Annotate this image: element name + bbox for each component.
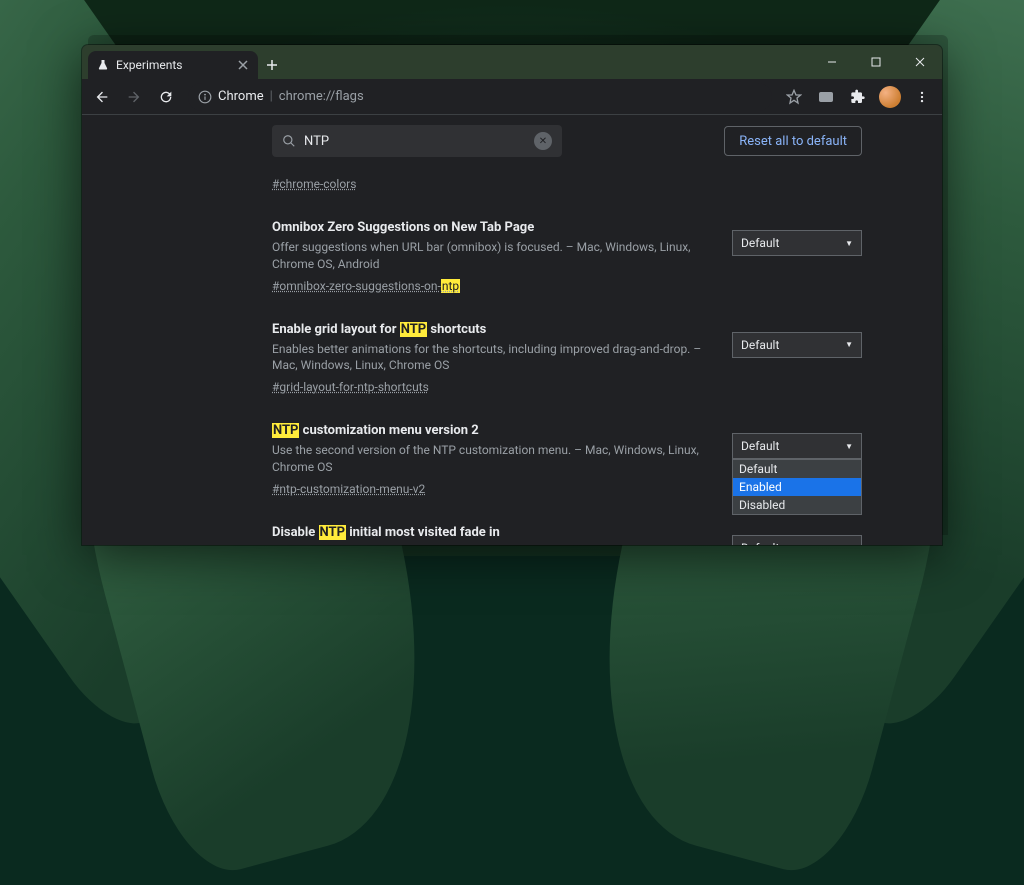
- tab-title: Experiments: [116, 58, 183, 72]
- flag-state-select[interactable]: Default▼: [732, 230, 862, 256]
- search-value: NTP: [304, 134, 526, 149]
- page-content: NTP ✕ Reset all to default #chrome-color…: [82, 115, 942, 545]
- new-tab-button[interactable]: [258, 51, 286, 79]
- forward-button[interactable]: [120, 83, 148, 111]
- address-bar[interactable]: Chrome | chrome://flags: [188, 83, 772, 111]
- omnibox-separator: |: [270, 89, 273, 104]
- menu-button[interactable]: [908, 83, 936, 111]
- bookmark-star-icon[interactable]: [780, 83, 808, 111]
- site-info-icon[interactable]: [198, 90, 212, 104]
- flag-title: NTP customization menu version 2: [272, 423, 712, 438]
- flag-title: Omnibox Zero Suggestions on New Tab Page: [272, 220, 712, 235]
- close-tab-icon[interactable]: [236, 58, 250, 72]
- dropdown-option-default[interactable]: Default: [733, 460, 861, 478]
- flags-list: #chrome-colors Omnibox Zero Suggestions …: [102, 171, 922, 545]
- flags-header: NTP ✕ Reset all to default: [102, 115, 922, 171]
- flag-description: Do now initially fade in most visited ti…: [272, 544, 712, 545]
- maximize-button[interactable]: [854, 45, 898, 79]
- flag-anchor-link[interactable]: #grid-layout-for-ntp-shortcuts: [272, 380, 429, 394]
- flag-anchor-link[interactable]: #ntp-customization-menu-v2: [272, 482, 425, 496]
- flag-item: Omnibox Zero Suggestions on New Tab Page…: [272, 206, 862, 308]
- flask-icon: [96, 58, 110, 72]
- flag-title: Disable NTP initial most visited fade in: [272, 525, 712, 540]
- flag-item: Disable NTP initial most visited fade in…: [272, 511, 862, 545]
- flag-anchor-link[interactable]: #chrome-colors: [272, 177, 356, 191]
- flag-description: Offer suggestions when URL bar (omnibox)…: [272, 239, 712, 273]
- flag-title: Enable grid layout for NTP shortcuts: [272, 322, 712, 337]
- extension-icon[interactable]: [812, 83, 840, 111]
- flag-state-dropdown[interactable]: Default Enabled Disabled: [732, 459, 862, 515]
- flag-item: Enable grid layout for NTP shortcuts Ena…: [272, 308, 862, 410]
- flag-state-select[interactable]: Default▼: [732, 535, 862, 545]
- window-controls: [810, 45, 942, 79]
- close-window-button[interactable]: [898, 45, 942, 79]
- dropdown-option-enabled[interactable]: Enabled: [733, 478, 861, 496]
- flag-item: #chrome-colors: [272, 171, 862, 206]
- browser-tab-active[interactable]: Experiments: [88, 51, 258, 79]
- reset-all-button[interactable]: Reset all to default: [724, 126, 862, 156]
- omnibox-origin: Chrome: [218, 89, 264, 104]
- flag-description: Enables better animations for the shortc…: [272, 341, 712, 375]
- extensions-puzzle-icon[interactable]: [844, 83, 872, 111]
- profile-avatar[interactable]: [876, 83, 904, 111]
- clear-search-icon[interactable]: ✕: [534, 132, 552, 150]
- minimize-button[interactable]: [810, 45, 854, 79]
- flag-anchor-link[interactable]: #omnibox-zero-suggestions-on-ntp: [272, 279, 460, 293]
- flag-state-select[interactable]: Default▼: [732, 332, 862, 358]
- browser-toolbar: Chrome | chrome://flags: [82, 79, 942, 115]
- dropdown-option-disabled[interactable]: Disabled: [733, 496, 861, 514]
- back-button[interactable]: [88, 83, 116, 111]
- titlebar: Experiments: [82, 45, 942, 79]
- flag-state-select[interactable]: Default▼: [732, 433, 862, 459]
- chrome-window: Experiments Chrome | chrome://flags: [82, 45, 942, 545]
- reload-button[interactable]: [152, 83, 180, 111]
- flags-search-input[interactable]: NTP ✕: [272, 125, 562, 157]
- omnibox-path: chrome://flags: [279, 89, 364, 104]
- search-icon: [282, 134, 296, 148]
- flags-page[interactable]: NTP ✕ Reset all to default #chrome-color…: [82, 115, 942, 545]
- flag-description: Use the second version of the NTP custom…: [272, 442, 712, 476]
- flag-item: NTP customization menu version 2 Use the…: [272, 409, 862, 511]
